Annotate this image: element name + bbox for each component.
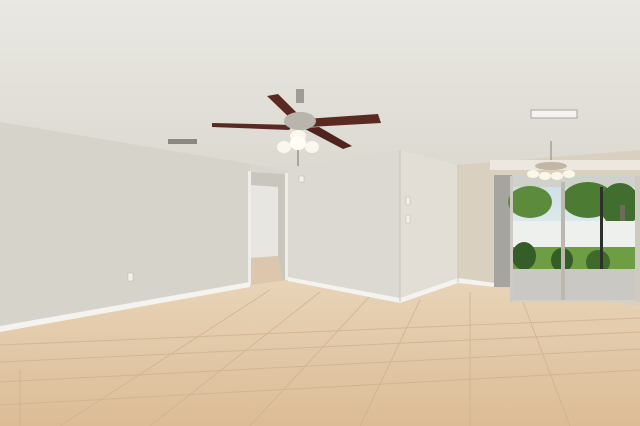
air-vent-right	[530, 109, 578, 119]
center-right-wall	[400, 150, 458, 302]
wall-outlet	[127, 272, 134, 282]
center-wall	[288, 150, 400, 302]
sliding-glass-door	[490, 160, 640, 302]
air-vent-left	[168, 139, 197, 144]
open-doorway	[248, 171, 288, 289]
light-switch-2	[405, 214, 411, 224]
light-switch	[405, 196, 411, 206]
thermostat	[298, 175, 305, 183]
room-scene	[0, 0, 640, 426]
